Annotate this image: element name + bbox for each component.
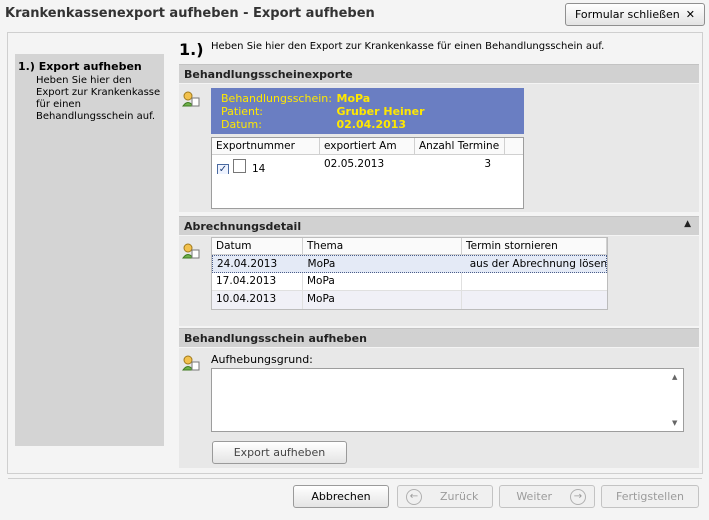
column-header[interactable]: Exportnummer	[212, 138, 320, 154]
close-icon: ✕	[685, 8, 695, 21]
row-topic: MoPa	[303, 273, 462, 290]
scroll-down-icon[interactable]: ▼	[672, 419, 677, 427]
patient-value: Gruber Heiner	[336, 105, 425, 118]
table-row[interactable]: 10.04.2013 MoPa	[212, 291, 607, 309]
detail-table: Datum Thema Termin stornieren 24.04.2013…	[211, 237, 608, 310]
column-header[interactable]: Termin stornieren	[462, 238, 607, 254]
sidebar-step-description: Heben Sie hier den Export zur Krankenkas…	[36, 75, 161, 122]
schein-value: MoPa	[336, 92, 371, 105]
column-header[interactable]: exportiert Am	[320, 138, 415, 154]
arrow-right-icon: →	[570, 488, 586, 505]
reason-scrollbar[interactable]: ▲ ▼	[669, 369, 683, 431]
sidebar-step-title: 1.) Export aufheben	[18, 60, 142, 73]
close-form-button[interactable]: Formular schließen ✕	[565, 3, 705, 26]
row-date: 24.04.2013	[217, 258, 278, 270]
arrow-left-icon: ←	[406, 488, 422, 505]
datum-label: Datum:	[221, 118, 262, 131]
row-action[interactable]	[462, 291, 607, 309]
patient-label: Patient:	[221, 105, 264, 118]
person-icon	[182, 91, 200, 107]
cancel-section-header: Behandlungsschein aufheben	[179, 328, 699, 347]
export-aufheben-button[interactable]: Export aufheben	[212, 441, 347, 464]
footer-divider	[8, 478, 702, 479]
weiter-button[interactable]: Weiter →	[499, 485, 595, 508]
collapse-icon[interactable]: ▲	[684, 219, 691, 229]
exports-section-header: Behandlungsscheinexporte	[179, 64, 699, 83]
column-header[interactable]: Anzahl Termine	[415, 138, 505, 154]
reason-label: Aufhebungsgrund:	[211, 353, 313, 366]
datum-value: 02.04.2013	[336, 118, 407, 131]
schein-label: Behandlungsschein:	[221, 92, 332, 105]
detail-section-title: Abrechnungsdetail	[184, 220, 302, 233]
reason-textarea[interactable]: ▲ ▼	[211, 368, 684, 432]
row-topic: MoPa	[307, 258, 336, 270]
person-icon	[182, 243, 200, 259]
close-form-label: Formular schließen	[574, 8, 680, 21]
fertigstellen-button[interactable]: Fertigstellen	[601, 485, 699, 508]
release-from-billing-link[interactable]: aus der Abrechnung lösen	[462, 256, 606, 272]
window-title: Krankenkassenexport aufheben - Export au…	[5, 6, 375, 21]
step-description: Heben Sie hier den Export zur Krankenkas…	[211, 41, 605, 52]
exported-date: 02.05.2013	[324, 158, 385, 170]
zurueck-button[interactable]: ← Zurück	[397, 485, 493, 508]
export-number: 14	[252, 163, 266, 174]
column-header[interactable]: Thema	[303, 238, 462, 254]
table-row[interactable]: ✓ 14 02.05.2013 3	[212, 156, 523, 174]
export-checkbox[interactable]: ✓	[217, 164, 229, 174]
exports-table: Exportnummer exportiert Am Anzahl Termin…	[211, 137, 524, 209]
row-date: 17.04.2013	[212, 273, 303, 290]
scroll-up-icon[interactable]: ▲	[672, 373, 677, 381]
row-action[interactable]	[462, 273, 607, 290]
behandlungsschein-info-box: Behandlungsschein: MoPa Patient: Gruber …	[211, 88, 524, 134]
abbrechen-button[interactable]: Abbrechen	[293, 485, 389, 508]
person-icon	[182, 355, 200, 371]
weiter-label: Weiter	[516, 490, 552, 503]
detail-table-header: Datum Thema Termin stornieren	[212, 238, 607, 255]
detail-section-header[interactable]: Abrechnungsdetail ▲	[179, 216, 699, 235]
table-row[interactable]: 17.04.2013 MoPa	[212, 273, 607, 291]
table-row[interactable]: 24.04.2013 MoPa aus der Abrechnung lösen	[212, 255, 607, 273]
wizard-sidebar: 1.) Export aufheben Heben Sie hier den E…	[15, 54, 164, 446]
row-date: 10.04.2013	[212, 291, 303, 309]
exports-table-header: Exportnummer exportiert Am Anzahl Termin…	[212, 138, 523, 155]
step-number: 1.)	[179, 40, 204, 59]
zurueck-label: Zurück	[440, 490, 479, 503]
appointment-count: 3	[484, 158, 491, 170]
document-icon	[233, 159, 246, 173]
row-topic: MoPa	[303, 291, 462, 309]
column-header[interactable]: Datum	[212, 238, 303, 254]
